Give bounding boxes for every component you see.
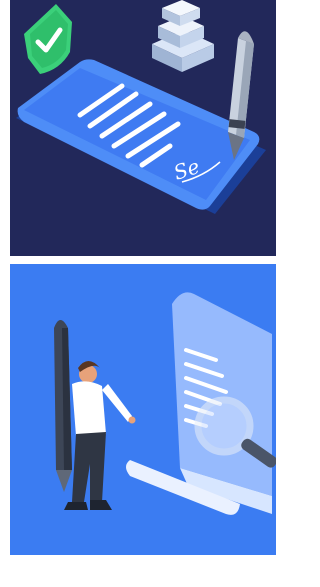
document-review-illustration	[10, 264, 276, 555]
contract-signing-illustration: Se	[10, 0, 276, 256]
